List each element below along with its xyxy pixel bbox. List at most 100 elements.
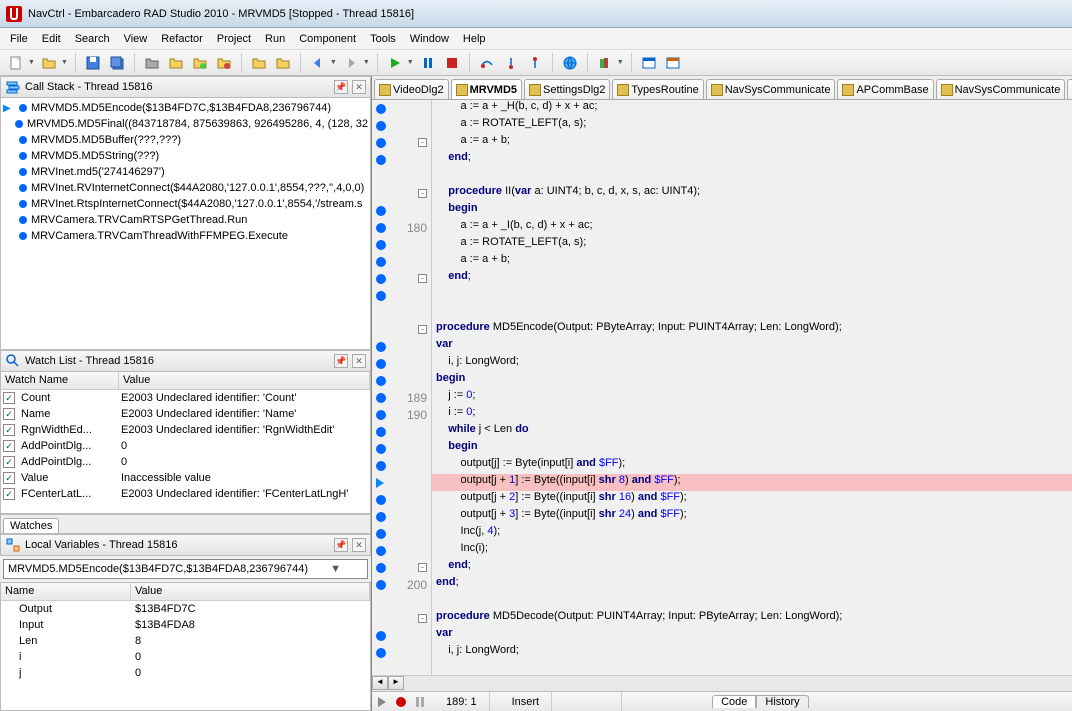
breakpoint-icon[interactable] bbox=[376, 563, 386, 573]
scroll-left-button[interactable]: ◄ bbox=[372, 676, 388, 690]
localvars-col-name[interactable]: Name bbox=[1, 583, 131, 600]
callstack-list[interactable]: ▶MRVMD5.MD5Encode($13B4FD7C,$13B4FDA8,23… bbox=[1, 98, 370, 349]
fold-icon[interactable]: - bbox=[418, 138, 427, 147]
history-tab[interactable]: History bbox=[756, 695, 808, 708]
pause-button[interactable] bbox=[418, 53, 438, 73]
breakpoint-icon[interactable] bbox=[376, 121, 386, 131]
back-button[interactable] bbox=[308, 53, 328, 73]
code-editor[interactable]: --180--189190-200- a := a + _H(b, c, d) … bbox=[372, 100, 1072, 675]
editor-tab-settingsdlg2[interactable]: SettingsDlg2 bbox=[524, 79, 610, 99]
callstack-item[interactable]: MRVInet.RtspInternetConnect($44A2080,'12… bbox=[3, 196, 368, 212]
breakpoint-icon[interactable] bbox=[376, 257, 386, 267]
window1-button[interactable] bbox=[639, 53, 659, 73]
checkbox-icon[interactable]: ✓ bbox=[3, 408, 15, 420]
breakpoint-icon[interactable] bbox=[376, 138, 386, 148]
folder5-button[interactable] bbox=[249, 53, 269, 73]
code-line[interactable]: end; bbox=[432, 559, 1072, 576]
menu-help[interactable]: Help bbox=[463, 33, 486, 45]
close-icon[interactable]: ✕ bbox=[352, 538, 366, 552]
breakpoint-icon[interactable] bbox=[376, 393, 386, 403]
watch-item[interactable]: ✓RgnWidthEd...E2003 Undeclared identifie… bbox=[1, 422, 370, 438]
checkbox-icon[interactable]: ✓ bbox=[3, 488, 15, 500]
code-line[interactable]: i, j: LongWord; bbox=[432, 644, 1072, 661]
watch-item[interactable]: ✓AddPointDlg...0 bbox=[1, 454, 370, 470]
menu-file[interactable]: File bbox=[10, 33, 28, 45]
menu-refactor[interactable]: Refactor bbox=[161, 33, 203, 45]
checkbox-icon[interactable]: ✓ bbox=[3, 456, 15, 468]
callstack-item[interactable]: MRVMD5.MD5Buffer(???,???) bbox=[3, 132, 368, 148]
stepout-button[interactable] bbox=[525, 53, 545, 73]
editor-tab-navsyscommunicate[interactable]: NavSysCommunicate bbox=[706, 79, 836, 99]
code-line[interactable]: output[j + 3] := Byte((input[i] shr 24) … bbox=[432, 508, 1072, 525]
pin-icon[interactable]: 📌 bbox=[334, 538, 348, 552]
close-icon[interactable]: ✕ bbox=[352, 80, 366, 94]
record-icon[interactable] bbox=[396, 697, 406, 707]
breakpoint-icon[interactable] bbox=[376, 104, 386, 114]
pin-icon[interactable]: 📌 bbox=[334, 80, 348, 94]
code-tab[interactable]: Code bbox=[712, 695, 756, 708]
callstack-item[interactable]: MRVCamera.TRVCamRTSPGetThread.Run bbox=[3, 212, 368, 228]
watches-tab[interactable]: Watches bbox=[3, 518, 59, 533]
checkbox-icon[interactable]: ✓ bbox=[3, 472, 15, 484]
code-line[interactable]: end; bbox=[432, 270, 1072, 287]
menu-run[interactable]: Run bbox=[265, 33, 285, 45]
breakpoint-icon[interactable] bbox=[376, 512, 386, 522]
stop-button[interactable] bbox=[442, 53, 462, 73]
callstack-item[interactable]: MRVMD5.MD5Final((843718784, 875639863, 9… bbox=[3, 116, 368, 132]
breakpoint-icon[interactable] bbox=[376, 631, 386, 641]
checkbox-icon[interactable]: ✓ bbox=[3, 440, 15, 452]
pause-icon[interactable] bbox=[416, 697, 424, 707]
breakpoint-icon[interactable] bbox=[376, 495, 386, 505]
editor-tab-more[interactable] bbox=[1067, 79, 1072, 99]
watch-item[interactable]: ✓NameE2003 Undeclared identifier: 'Name' bbox=[1, 406, 370, 422]
code-line[interactable]: var bbox=[432, 627, 1072, 644]
callstack-item[interactable]: MRVCamera.TRVCamThreadWithFFMPEG.Execute bbox=[3, 228, 368, 244]
code-line[interactable]: begin bbox=[432, 440, 1072, 457]
code-line[interactable]: end; bbox=[432, 576, 1072, 593]
callstack-item[interactable]: MRVInet.md5('274146297') bbox=[3, 164, 368, 180]
code-line[interactable]: Inc(j, 4); bbox=[432, 525, 1072, 542]
fold-icon[interactable]: - bbox=[418, 563, 427, 572]
breakpoint-icon[interactable] bbox=[376, 155, 386, 165]
code-line[interactable]: procedure MD5Encode(Output: PByteArray; … bbox=[432, 321, 1072, 338]
save-button[interactable] bbox=[83, 53, 103, 73]
callstack-item[interactable]: ▶MRVMD5.MD5Encode($13B4FD7C,$13B4FDA8,23… bbox=[3, 100, 368, 116]
localvar-item[interactable]: j0 bbox=[1, 665, 370, 681]
fold-icon[interactable]: - bbox=[418, 325, 427, 334]
breakpoint-icon[interactable] bbox=[376, 240, 386, 250]
breakpoint-icon[interactable] bbox=[376, 359, 386, 369]
breakpoint-icon[interactable] bbox=[376, 274, 386, 284]
code-line[interactable]: a := ROTATE_LEFT(a, s); bbox=[432, 117, 1072, 134]
folder-button[interactable] bbox=[142, 53, 162, 73]
close-icon[interactable]: ✕ bbox=[352, 354, 366, 368]
localvars-col-value[interactable]: Value bbox=[131, 583, 370, 600]
code-line[interactable]: output[j + 2] := Byte((input[i] shr 16) … bbox=[432, 491, 1072, 508]
watch-list[interactable]: ✓CountE2003 Undeclared identifier: 'Coun… bbox=[1, 390, 370, 502]
code-line[interactable]: begin bbox=[432, 372, 1072, 389]
fold-icon[interactable]: - bbox=[418, 614, 427, 623]
localvars-list[interactable]: Output$13B4FD7CInput$13B4FDA8Len8i0j0 bbox=[1, 601, 370, 681]
menu-window[interactable]: Window bbox=[410, 33, 449, 45]
code-line[interactable]: i := 0; bbox=[432, 406, 1072, 423]
pin-icon[interactable]: 📌 bbox=[334, 354, 348, 368]
breakpoint-icon[interactable] bbox=[376, 223, 386, 233]
stepinto-button[interactable] bbox=[501, 53, 521, 73]
code-line[interactable] bbox=[432, 593, 1072, 610]
code-line[interactable] bbox=[432, 304, 1072, 321]
breakpoint-icon[interactable] bbox=[376, 427, 386, 437]
breakpoint-icon[interactable] bbox=[376, 546, 386, 556]
breakpoint-icon[interactable] bbox=[376, 291, 386, 301]
localvar-item[interactable]: Len8 bbox=[1, 633, 370, 649]
callstack-item[interactable]: MRVInet.RVInternetConnect($44A2080,'127.… bbox=[3, 180, 368, 196]
editor-tab-apcommbase[interactable]: APCommBase bbox=[837, 79, 933, 99]
code-line[interactable] bbox=[432, 168, 1072, 185]
breakpoint-icon[interactable] bbox=[376, 444, 386, 454]
breakpoint-icon[interactable] bbox=[376, 580, 386, 590]
code-line[interactable]: a := a + b; bbox=[432, 134, 1072, 151]
menu-component[interactable]: Component bbox=[299, 33, 356, 45]
editor-tab-videodlg2[interactable]: VideoDlg2 bbox=[374, 79, 449, 99]
scroll-right-button[interactable]: ► bbox=[388, 676, 404, 690]
code-line[interactable]: i, j: LongWord; bbox=[432, 355, 1072, 372]
editor-tab-mrvmd5[interactable]: MRVMD5 bbox=[451, 79, 522, 99]
folder2-button[interactable] bbox=[166, 53, 186, 73]
